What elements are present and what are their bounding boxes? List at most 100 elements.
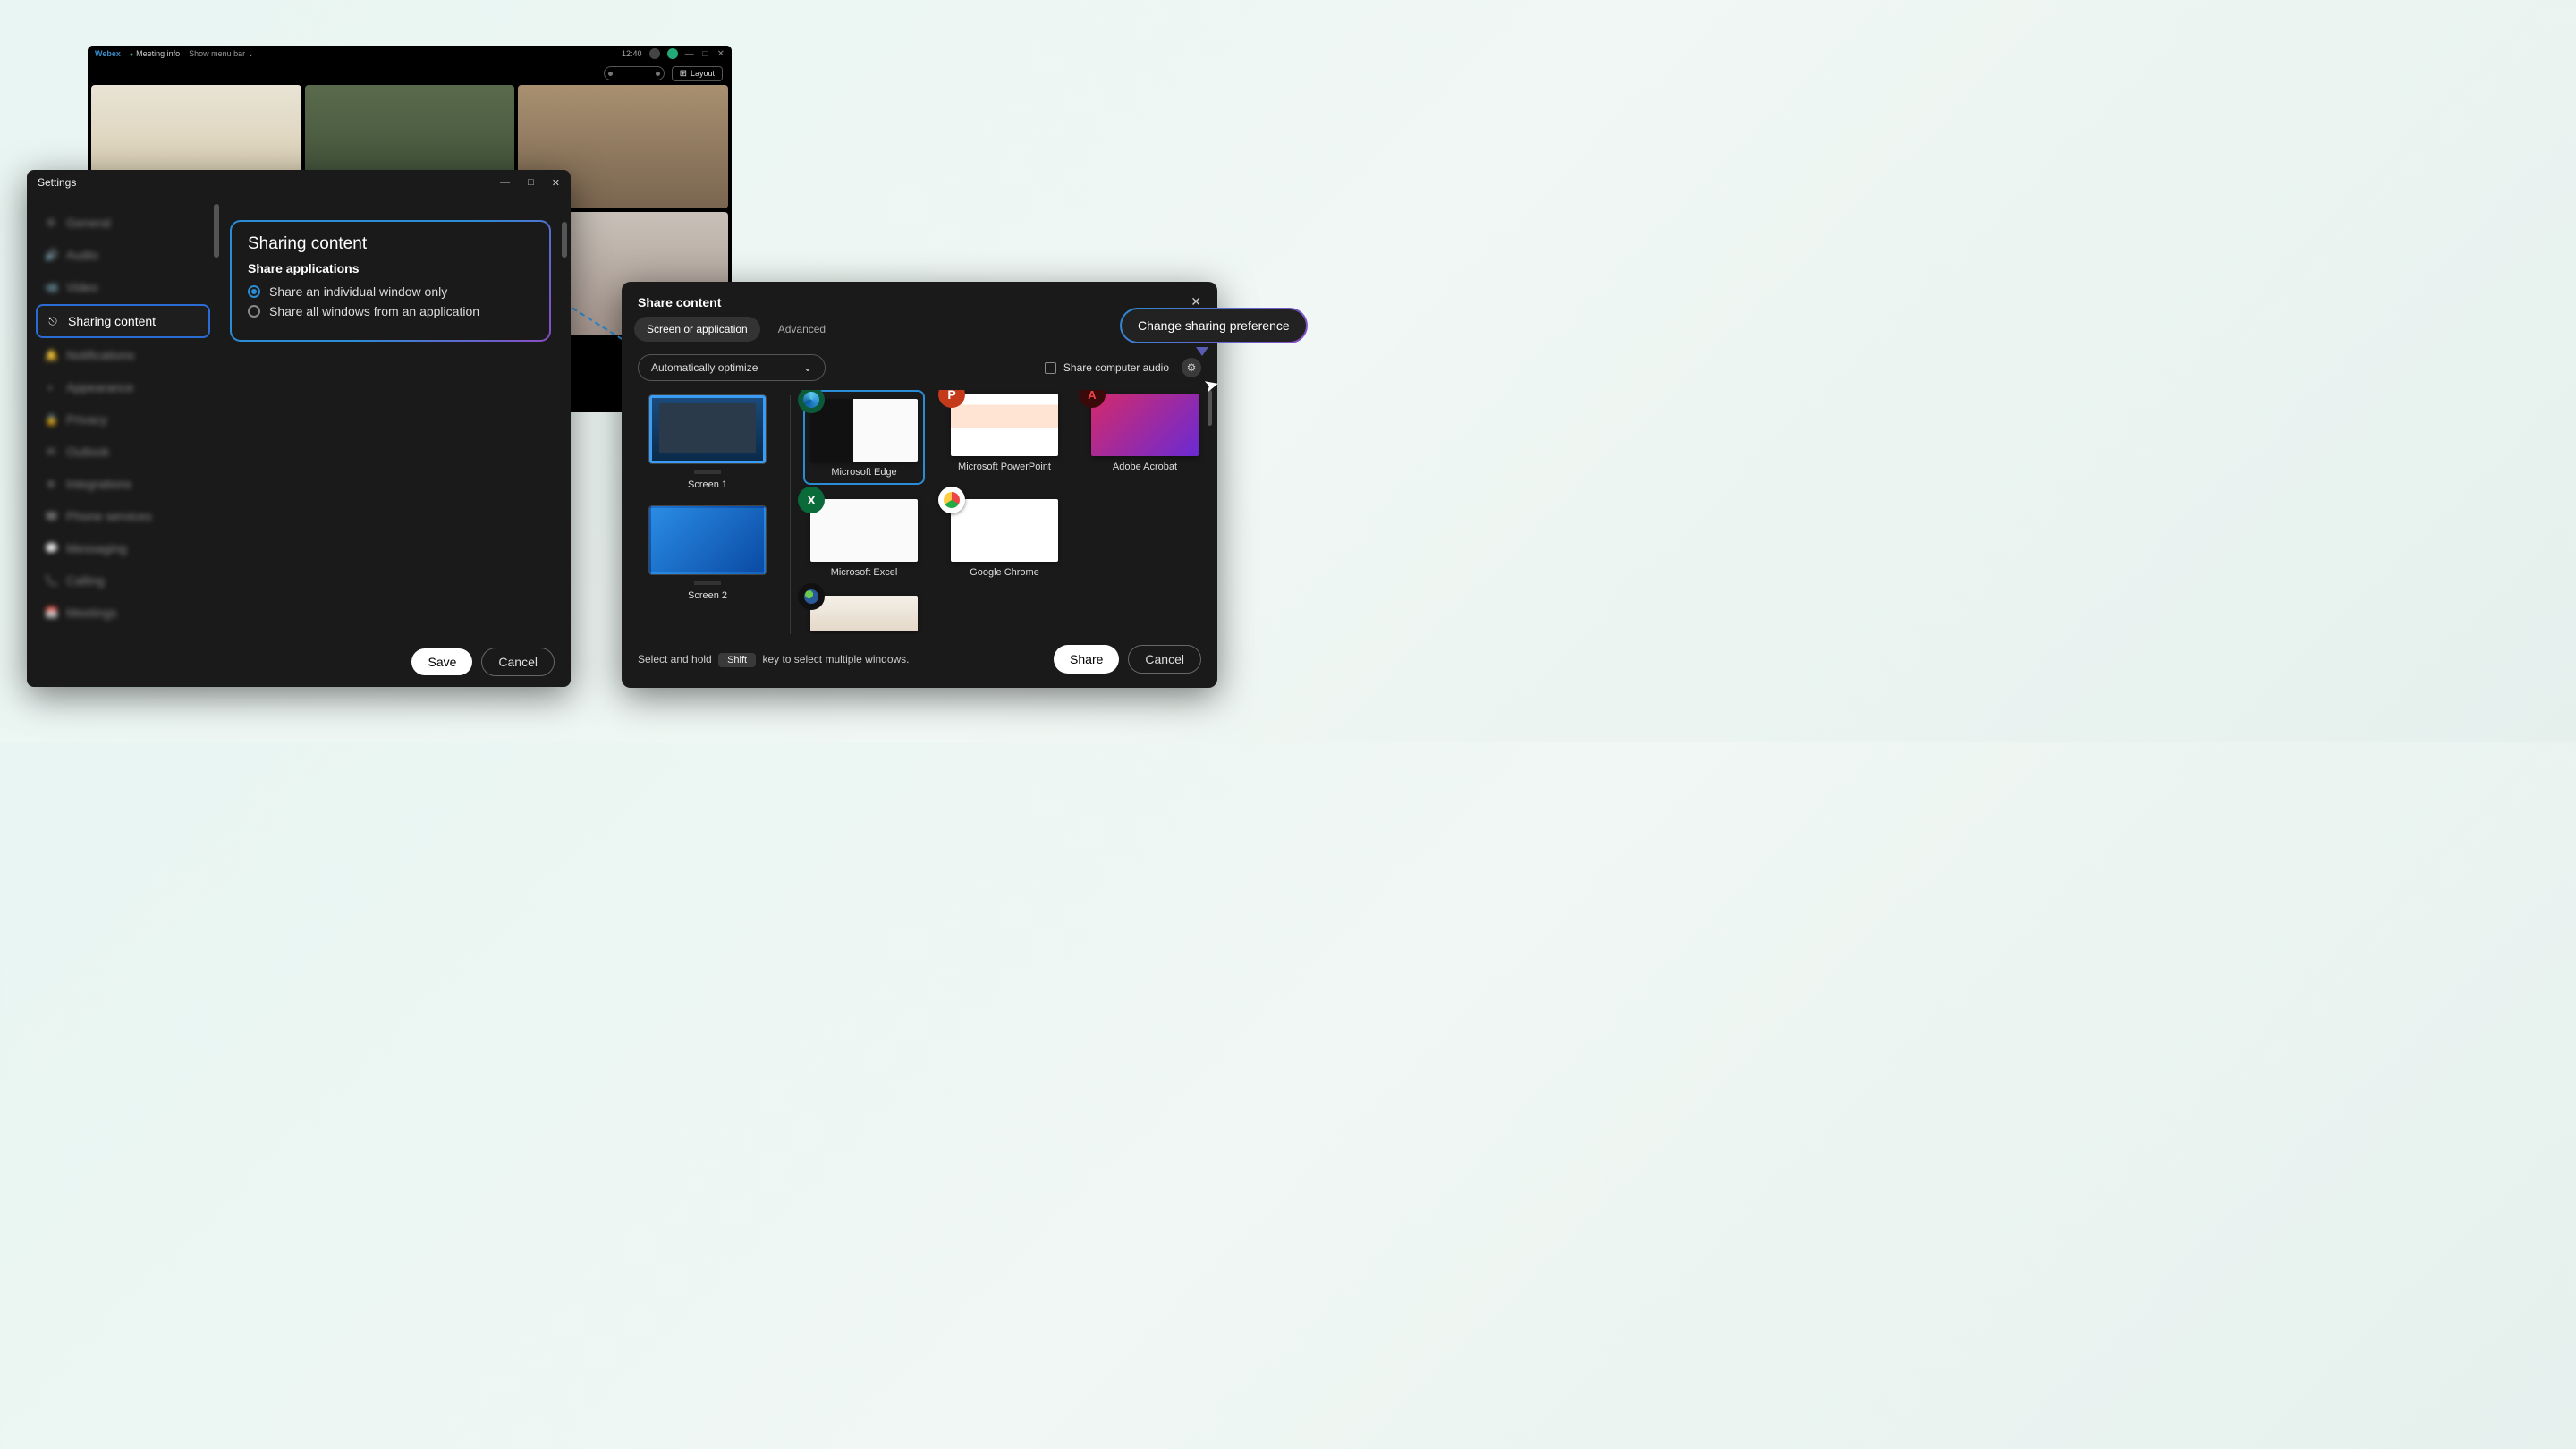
sidebar-item-icon: 🔒 [45, 413, 57, 426]
sidebar-item-sharing-content[interactable]: ⎋ Sharing content [36, 304, 210, 338]
settings-window: Settings — □ ✕ ⚙General🔊Audio📹Video⎋Shar… [27, 170, 571, 687]
sidebar-item-meetings[interactable]: 📅Meetings [36, 597, 210, 628]
sidebar-item-notifications[interactable]: 🔔 Notifications [36, 340, 210, 370]
screen-thumbnail [649, 395, 766, 463]
app-label: Microsoft Excel [831, 567, 898, 578]
app-thumbnail [951, 499, 1058, 562]
powerpoint-icon: P [938, 390, 965, 408]
sidebar-item-label: Audio [66, 248, 98, 262]
cancel-button[interactable]: Cancel [481, 648, 555, 676]
webex-logo: Webex [95, 49, 121, 58]
app-thumbnail [810, 399, 918, 462]
sidebar-item-icon: 💬 [45, 542, 57, 555]
radio-label: Share an individual window only [269, 284, 447, 299]
close-icon[interactable]: ✕ [717, 49, 724, 59]
screen-label: Screen 1 [688, 479, 727, 490]
webex-toolbar: Layout [88, 62, 732, 85]
hint-text: Select and hold [638, 653, 712, 665]
sidebar-item-icon: 📹 [45, 281, 57, 293]
screen-1-item[interactable]: Screen 1 [638, 395, 777, 490]
app-empty-slot [1084, 496, 1206, 581]
app-microsoft-edge[interactable]: Microsoft Edge [803, 390, 925, 485]
app-label: Adobe Acrobat [1113, 462, 1177, 472]
card-heading: Sharing content [248, 234, 533, 254]
sidebar-item-phone-services[interactable]: ☎Phone services [36, 501, 210, 531]
app-grid: Microsoft Edge P Microsoft PowerPoint A … [803, 390, 1208, 634]
tooltip-change-sharing-preference: Change sharing preference [1120, 308, 1308, 343]
sidebar-item-privacy[interactable]: 🔒 Privacy [36, 404, 210, 435]
gear-icon[interactable]: ⚙ [1182, 358, 1201, 377]
sidebar-item-icon: ⚙ [45, 216, 57, 229]
status-dot-1 [649, 48, 660, 59]
maximize-icon[interactable]: □ [528, 177, 534, 189]
maximize-icon[interactable]: □ [703, 49, 708, 59]
clock-label: 12:40 [622, 49, 642, 58]
sidebar-item-label: Sharing content [68, 314, 156, 328]
sharing-content-card: Sharing content Share applications Share… [230, 220, 551, 342]
sidebar-item-label: Video [66, 280, 98, 294]
webex-icon [798, 583, 825, 610]
app-webex[interactable] [803, 592, 925, 634]
tab-advanced[interactable]: Advanced [766, 317, 838, 342]
show-menu-bar[interactable]: Show menu bar [189, 49, 254, 59]
sidebar-item-icon: ✉ [45, 445, 57, 458]
screen-2-item[interactable]: Screen 2 [638, 506, 777, 601]
shift-key-badge: Shift [718, 653, 756, 667]
radio-label: Share all windows from an application [269, 304, 479, 318]
app-excel[interactable]: X Microsoft Excel [803, 496, 925, 581]
excel-icon: X [798, 487, 825, 513]
sidebar-item-calling[interactable]: 📞 Calling [36, 565, 210, 596]
sidebar-item-icon: ⎋ [47, 315, 59, 328]
sidebar-item-outlook[interactable]: ✉Outlook [36, 436, 210, 467]
sidebar-item-label: Meetings [66, 606, 117, 620]
status-dot-2 [667, 48, 678, 59]
sidebar-item-audio[interactable]: 🔊Audio [36, 240, 210, 270]
sidebar-item-label: Privacy [66, 412, 107, 427]
radio-individual-window[interactable]: Share an individual window only [248, 284, 533, 299]
radio-on-icon [248, 285, 260, 298]
optimize-select[interactable]: Automatically optimize ⌄ [638, 354, 826, 381]
app-chrome[interactable]: Google Chrome [944, 496, 1065, 581]
close-icon[interactable]: ✕ [552, 177, 560, 189]
sidebar-item-label: General [66, 216, 111, 230]
sidebar-item-appearance[interactable]: ◐Appearance [36, 372, 210, 402]
multi-select-hint: Select and hold Shift key to select mult… [638, 653, 910, 665]
minimize-icon[interactable]: — [685, 49, 694, 59]
sidebar-item-label: Notifications [66, 348, 134, 362]
app-powerpoint[interactable]: P Microsoft PowerPoint [944, 390, 1065, 485]
share-audio-checkbox[interactable]: Share computer audio [1045, 361, 1169, 374]
minimize-icon[interactable]: — [500, 177, 510, 189]
sidebar-item-video[interactable]: 📹 Video [36, 272, 210, 302]
meeting-info-link[interactable]: Meeting info [130, 49, 180, 58]
sidebar-item-icon: 🔔 [45, 349, 57, 361]
layout-button[interactable]: Layout [672, 66, 723, 81]
sidebar-item-label: Calling [66, 573, 105, 588]
checkbox-icon [1045, 362, 1056, 374]
settings-content: Sharing content Share applications Share… [219, 195, 571, 637]
sidebar-item-icon: ◐ [45, 381, 57, 394]
screen-label: Screen 2 [688, 590, 727, 601]
zoom-slider[interactable] [604, 66, 665, 80]
app-label: Google Chrome [970, 567, 1039, 578]
radio-all-windows[interactable]: Share all windows from an application [248, 304, 533, 318]
app-acrobat[interactable]: A Adobe Acrobat [1084, 390, 1206, 485]
save-button[interactable]: Save [411, 648, 472, 675]
app-label: Microsoft Edge [831, 467, 896, 478]
tooltip-tail [1196, 347, 1208, 356]
sidebar-item-integrations[interactable]: ⊕Integrations [36, 469, 210, 499]
sidebar-item-icon: 📞 [45, 574, 57, 587]
webex-titlebar: Webex Meeting info Show menu bar 12:40 —… [88, 46, 732, 62]
sidebar-item-general[interactable]: ⚙ General [36, 208, 210, 238]
sidebar-item-icon: ☎ [45, 510, 57, 522]
share-title: Share content [638, 295, 721, 309]
app-thumbnail: A [1091, 394, 1199, 456]
sidebar-item-messaging[interactable]: 💬Messaging [36, 533, 210, 564]
app-thumbnail [810, 596, 918, 631]
cancel-button[interactable]: Cancel [1128, 645, 1201, 674]
tab-screen-or-app[interactable]: Screen or application [634, 317, 760, 342]
card-subheading: Share applications [248, 261, 533, 275]
settings-sidebar[interactable]: ⚙ General 🔊Audio 📹 Video ⎋ Sharing content 🔔 Not… [27, 195, 219, 637]
share-button[interactable]: Share [1054, 645, 1119, 674]
sidebar-item-join-options[interactable]: Join options [36, 630, 210, 637]
acrobat-icon: A [1079, 390, 1106, 408]
